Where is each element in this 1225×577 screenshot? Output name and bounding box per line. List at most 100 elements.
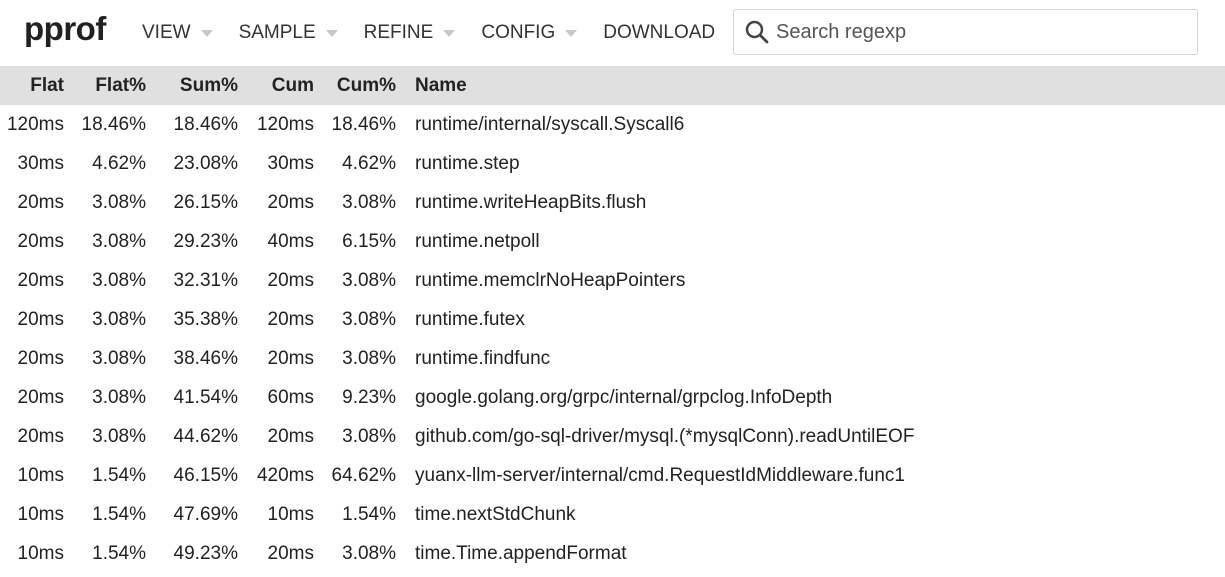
function-name-cell: runtime.findfunc: [415, 347, 551, 369]
flat-cell: 20ms: [17, 425, 64, 447]
cum-percent-cell: 3.08%: [342, 425, 396, 447]
table-row[interactable]: 10ms 1.54% 46.15% 420ms 64.62% yuanx-llm-serv…: [0, 456, 1225, 495]
search-box[interactable]: [733, 9, 1198, 55]
cum-percent-cell: 9.23%: [342, 386, 396, 408]
table-row[interactable]: 20ms 3.08% 29.23% 40ms 6.15% runtime.netpoll: [0, 222, 1225, 261]
cum-cell: 40ms: [267, 230, 314, 252]
top-bar: pprof VIEW SAMPLE REFINE CONFIG DOWNLOAD: [0, 0, 1225, 66]
cum-percent-cell: 3.08%: [342, 308, 396, 330]
menu-download[interactable]: DOWNLOAD: [601, 22, 717, 44]
function-name-cell: runtime.netpoll: [415, 230, 540, 252]
column-header-name[interactable]: Name: [396, 66, 1225, 105]
cum-cell: 20ms: [267, 542, 314, 564]
sum-percent-cell: 49.23%: [173, 542, 238, 564]
table-row[interactable]: 20ms 3.08% 35.38% 20ms 3.08% runtime.futex: [0, 300, 1225, 339]
search-input[interactable]: [776, 20, 1197, 44]
cum-percent-cell: 6.15%: [342, 230, 396, 252]
flat-cell: 20ms: [17, 308, 64, 330]
table-row[interactable]: 20ms 3.08% 41.54% 60ms 9.23% google.golang.or…: [0, 378, 1225, 417]
flat-cell: 10ms: [17, 542, 64, 564]
sum-percent-cell: 47.69%: [173, 503, 238, 525]
column-header-flat[interactable]: Flat: [0, 66, 64, 105]
main-menu: VIEW SAMPLE REFINE CONFIG DOWNLOAD: [140, 0, 739, 66]
flat-percent-cell: 3.08%: [92, 308, 146, 330]
table-body: 120ms 18.46% 18.46% 120ms 18.46% runtime/inte…: [0, 105, 1225, 573]
sum-percent-cell: 44.62%: [173, 425, 238, 447]
chevron-down-icon: [443, 30, 456, 37]
menu-refine[interactable]: REFINE: [362, 22, 458, 44]
chevron-down-icon: [325, 30, 338, 37]
flat-cell: 20ms: [17, 386, 64, 408]
menu-config[interactable]: CONFIG: [479, 22, 579, 44]
cum-percent-cell: 4.62%: [342, 152, 396, 174]
function-name-cell: runtime.futex: [415, 308, 525, 330]
cum-cell: 10ms: [267, 503, 314, 525]
sum-percent-cell: 46.15%: [173, 464, 238, 486]
cum-percent-cell: 18.46%: [331, 113, 396, 135]
function-name-cell: time.Time.appendFormat: [415, 542, 627, 564]
flat-cell: 20ms: [17, 191, 64, 213]
function-name-cell: yuanx-llm-server/internal/cmd.RequestIdM…: [415, 464, 905, 486]
sum-percent-cell: 38.46%: [173, 347, 238, 369]
flat-cell: 30ms: [17, 152, 64, 174]
flat-percent-cell: 3.08%: [92, 386, 146, 408]
column-header-cum[interactable]: Cum: [238, 66, 314, 105]
function-name-cell: runtime.writeHeapBits.flush: [415, 191, 647, 213]
cum-cell: 20ms: [267, 269, 314, 291]
table-row[interactable]: 20ms 3.08% 38.46% 20ms 3.08% runtime.findfunc: [0, 339, 1225, 378]
function-name-cell: time.nextStdChunk: [415, 503, 576, 525]
table-row[interactable]: 120ms 18.46% 18.46% 120ms 18.46% runtime/inte…: [0, 105, 1225, 144]
flat-percent-cell: 3.08%: [92, 347, 146, 369]
search-icon: [745, 20, 769, 44]
flat-cell: 20ms: [17, 230, 64, 252]
function-name-cell: runtime/internal/syscall.Syscall6: [415, 113, 685, 135]
flat-percent-cell: 3.08%: [92, 191, 146, 213]
flat-percent-cell: 4.62%: [92, 152, 146, 174]
flat-cell: 120ms: [6, 113, 64, 135]
function-name-cell: runtime.step: [415, 152, 520, 174]
function-name-cell: github.com/go-sql-driver/mysql.(*mysqlCo…: [415, 425, 915, 447]
flat-percent-cell: 18.46%: [81, 113, 146, 135]
menu-sample[interactable]: SAMPLE: [237, 22, 340, 44]
cum-percent-cell: 64.62%: [331, 464, 396, 486]
table-row[interactable]: 10ms 1.54% 49.23% 20ms 3.08% time.Time.append…: [0, 534, 1225, 573]
flat-percent-cell: 3.08%: [92, 230, 146, 252]
table-row[interactable]: 20ms 3.08% 26.15% 20ms 3.08% runtime.writeHea…: [0, 183, 1225, 222]
flat-cell: 20ms: [17, 347, 64, 369]
function-name-cell: google.golang.org/grpc/internal/grpclog.…: [415, 386, 833, 408]
table-header-row: Flat Flat% Sum% Cum Cum% Name: [0, 66, 1225, 105]
menu-label: CONFIG: [481, 22, 556, 43]
sum-percent-cell: 18.46%: [173, 113, 238, 135]
app-logo[interactable]: pprof: [24, 10, 106, 48]
function-name-cell: runtime.memclrNoHeapPointers: [415, 269, 686, 291]
sum-percent-cell: 32.31%: [173, 269, 238, 291]
menu-view[interactable]: VIEW: [140, 22, 215, 44]
cum-cell: 20ms: [267, 347, 314, 369]
flat-percent-cell: 1.54%: [92, 503, 146, 525]
table-row[interactable]: 10ms 1.54% 47.69% 10ms 1.54% time.nextStdChun…: [0, 495, 1225, 534]
chevron-down-icon: [565, 30, 578, 37]
menu-label: VIEW: [142, 22, 191, 43]
sum-percent-cell: 29.23%: [173, 230, 238, 252]
flat-cell: 10ms: [17, 464, 64, 486]
profile-table: Flat Flat% Sum% Cum Cum% Name 120ms 18.46…: [0, 66, 1225, 573]
sum-percent-cell: 41.54%: [173, 386, 238, 408]
flat-percent-cell: 1.54%: [92, 542, 146, 564]
chevron-down-icon: [200, 30, 213, 37]
flat-cell: 10ms: [17, 503, 64, 525]
column-header-sum-percent[interactable]: Sum%: [146, 66, 238, 105]
cum-cell: 120ms: [256, 113, 314, 135]
flat-cell: 20ms: [17, 269, 64, 291]
column-header-cum-percent[interactable]: Cum%: [314, 66, 396, 105]
cum-cell: 20ms: [267, 191, 314, 213]
sum-percent-cell: 26.15%: [173, 191, 238, 213]
flat-percent-cell: 1.54%: [92, 464, 146, 486]
cum-cell: 20ms: [267, 308, 314, 330]
column-header-flat-percent[interactable]: Flat%: [64, 66, 146, 105]
cum-percent-cell: 3.08%: [342, 191, 396, 213]
menu-label: REFINE: [363, 22, 434, 43]
table-row[interactable]: 30ms 4.62% 23.08% 30ms 4.62% runtime.step: [0, 144, 1225, 183]
cum-cell: 30ms: [267, 152, 314, 174]
table-row[interactable]: 20ms 3.08% 44.62% 20ms 3.08% github.com/go-sq…: [0, 417, 1225, 456]
table-row[interactable]: 20ms 3.08% 32.31% 20ms 3.08% runtime.memclrNo…: [0, 261, 1225, 300]
